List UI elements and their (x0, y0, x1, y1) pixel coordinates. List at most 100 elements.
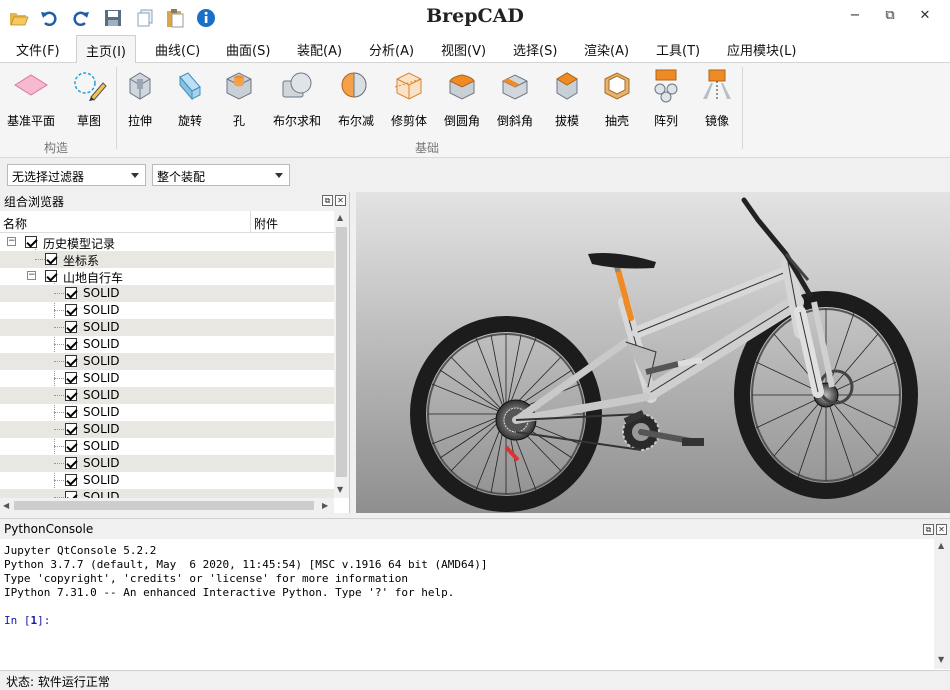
tree-vertical-scrollbar[interactable]: ▲ ▼ (334, 211, 349, 498)
console-prompt[interactable]: In [1]: (4, 614, 930, 628)
tree-connector (54, 361, 64, 362)
tree-row-mountain-bike[interactable]: − 山地自行车 (0, 268, 334, 285)
tree-connector (54, 395, 64, 396)
chamfer-button[interactable]: 倒斜角 (487, 67, 543, 128)
boolean-union-label: 布尔求和 (272, 114, 321, 128)
tab-file[interactable]: 文件(F) (16, 40, 60, 59)
checkbox[interactable] (65, 372, 77, 384)
console-vertical-scrollbar[interactable]: ▲ ▼ (934, 539, 950, 669)
tree-row-coordinate-system[interactable]: 坐标系 (0, 251, 334, 268)
checkbox[interactable] (25, 236, 37, 248)
scroll-down-icon[interactable]: ▼ (337, 485, 343, 494)
selection-filter-value: 无选择过滤器 (12, 170, 85, 184)
assembly-scope-dropdown[interactable]: 整个装配 (152, 164, 290, 186)
checkbox[interactable] (45, 253, 57, 265)
tree-row-solid[interactable]: SOLID (0, 472, 334, 489)
tab-select[interactable]: 选择(S) (513, 40, 557, 59)
float-icon[interactable]: ⧉ (322, 195, 333, 206)
tab-app-modules[interactable]: 应用模块(L) (727, 40, 796, 59)
tree-row-solid[interactable]: SOLID (0, 438, 334, 455)
selection-filter-dropdown[interactable]: 无选择过滤器 (7, 164, 146, 186)
revolve-button[interactable]: 旋转 (162, 67, 218, 128)
tree-row-solid[interactable]: SOLID (0, 455, 334, 472)
checkbox[interactable] (65, 304, 77, 316)
shell-label: 抽壳 (604, 114, 629, 128)
checkbox[interactable] (65, 355, 77, 367)
tab-render[interactable]: 渲染(A) (584, 40, 629, 59)
tab-view[interactable]: 视图(V) (441, 40, 486, 59)
3d-viewport[interactable] (356, 192, 950, 513)
tree-row-solid[interactable]: SOLID (0, 336, 334, 353)
tab-surface[interactable]: 曲面(S) (226, 40, 270, 59)
restore-button[interactable]: ⧉ (880, 6, 900, 24)
minimize-button[interactable]: − (845, 6, 865, 24)
tree-row-solid[interactable]: SOLID (0, 370, 334, 387)
sketch-button[interactable]: 草图 (61, 67, 117, 128)
scrollbar-thumb[interactable] (14, 501, 314, 510)
draft-icon (556, 72, 578, 100)
scroll-right-icon[interactable]: ▶ (322, 501, 328, 510)
scrollbar-thumb[interactable] (336, 227, 347, 477)
pattern-button[interactable]: 阵列 (638, 67, 694, 128)
checkbox[interactable] (65, 287, 77, 299)
close-button[interactable]: ✕ (915, 6, 935, 24)
tree-row-solid[interactable]: SOLID (0, 302, 334, 319)
tab-tools[interactable]: 工具(T) (656, 40, 700, 59)
tree-item-label: SOLID (83, 473, 120, 487)
tab-analysis[interactable]: 分析(A) (369, 40, 414, 59)
tree-row-solid[interactable]: SOLID (0, 387, 334, 404)
tree-row-solid[interactable]: SOLID (0, 353, 334, 370)
scroll-up-icon[interactable]: ▲ (337, 213, 343, 222)
fillet-button[interactable]: 倒圆角 (434, 67, 490, 128)
tab-assembly[interactable]: 装配(A) (297, 40, 342, 59)
trim-body-button[interactable]: 修剪体 (381, 67, 437, 128)
close-icon[interactable]: ✕ (936, 524, 947, 535)
console-line: Type 'copyright', 'credits' or 'license'… (4, 572, 408, 585)
close-icon[interactable]: ✕ (335, 195, 346, 206)
checkbox[interactable] (65, 389, 77, 401)
column-name[interactable]: 名称 (3, 215, 27, 232)
boolean-union-button[interactable]: 布尔求和 (269, 67, 325, 128)
model-tree: − 历史模型记录 坐标系 − 山地自行车 SOLID SOLID SOLID S… (0, 234, 334, 498)
tree-row-solid[interactable]: SOLID (0, 319, 334, 336)
tab-home[interactable]: 主页(I) (76, 35, 136, 64)
tree-row-solid[interactable]: SOLID (0, 489, 334, 498)
checkbox[interactable] (65, 474, 77, 486)
tree-row-solid[interactable]: SOLID (0, 421, 334, 438)
draft-button[interactable]: 拔模 (539, 67, 595, 128)
checkbox[interactable] (65, 440, 77, 452)
checkbox[interactable] (65, 321, 77, 333)
checkbox[interactable] (65, 338, 77, 350)
tree-row-solid[interactable]: SOLID (0, 404, 334, 421)
chamfer-icon (502, 74, 528, 100)
column-attachment[interactable]: 附件 (250, 211, 282, 233)
float-icon[interactable]: ⧉ (923, 524, 934, 535)
boolean-subtract-button[interactable]: 布尔减 (328, 67, 384, 128)
extrude-icon (129, 72, 151, 100)
checkbox[interactable] (65, 491, 77, 498)
mirror-button[interactable]: 镜像 (689, 67, 745, 128)
prompt-prefix: In [ (4, 614, 31, 627)
collapse-icon[interactable]: − (7, 237, 16, 246)
scroll-down-icon[interactable]: ▼ (938, 655, 944, 664)
checkbox[interactable] (65, 406, 77, 418)
tree-column-header: 名称 附件 (0, 211, 349, 233)
tree-horizontal-scrollbar[interactable]: ◀ ▶ (0, 498, 334, 513)
tree-row-solid[interactable]: SOLID (0, 285, 334, 302)
hole-button[interactable]: 孔 (211, 67, 267, 128)
scroll-up-icon[interactable]: ▲ (938, 541, 944, 550)
boolean-subtract-label: 布尔减 (337, 114, 374, 128)
tab-curve[interactable]: 曲线(C) (155, 40, 200, 59)
tree-connector (54, 344, 64, 345)
checkbox[interactable] (65, 423, 77, 435)
python-console-output[interactable]: Jupyter QtConsole 5.2.2 Python 3.7.7 (def… (0, 539, 934, 669)
shell-button[interactable]: 抽壳 (589, 67, 645, 128)
scroll-left-icon[interactable]: ◀ (3, 501, 9, 510)
tree-row-history[interactable]: − 历史模型记录 (0, 234, 334, 251)
datum-plane-button[interactable]: 基准平面 (3, 67, 59, 128)
checkbox[interactable] (65, 457, 77, 469)
collapse-icon[interactable]: − (27, 271, 36, 280)
trim-body-icon (394, 72, 422, 100)
extrude-button[interactable]: 拉伸 (112, 67, 168, 128)
checkbox[interactable] (45, 270, 57, 282)
